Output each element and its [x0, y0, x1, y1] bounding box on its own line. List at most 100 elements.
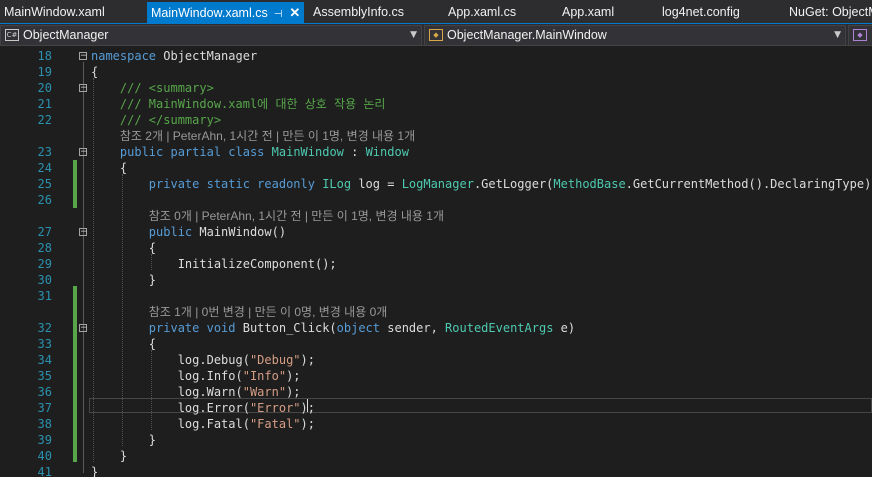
code-editor[interactable]: 18− namespace ObjectManager 19{20− /// <su…: [0, 46, 872, 477]
codelens-annotation[interactable]: 참조 1개 | 0번 변경 | 만든 이 0명, 변경 내용 0개: [0, 304, 872, 320]
codelens-text[interactable]: 참조 1개 | 0번 변경 | 만든 이 0명, 변경 내용 0개: [149, 304, 388, 320]
code-token: log.Fatal(: [91, 417, 250, 431]
code-line[interactable]: 34 log.Debug("Debug");: [0, 352, 872, 368]
code-token: }: [91, 465, 99, 477]
code-token: private static readonly: [148, 177, 315, 191]
code-text: /// <summary>: [91, 80, 214, 96]
codelens-text[interactable]: 참조 2개 | PeterAhn, 1시간 전 | 만든 이 1명, 변경 내용…: [120, 128, 415, 144]
code-line[interactable]: 31: [0, 288, 872, 304]
code-line[interactable]: 26: [0, 192, 872, 208]
code-token: object: [336, 321, 381, 335]
code-token: public partial class: [119, 145, 265, 159]
code-token: }: [91, 273, 157, 287]
tab-log4net-config[interactable]: log4net.config: [658, 2, 744, 23]
code-text: }: [91, 448, 127, 464]
tab-label: AssemblyInfo.cs: [313, 5, 405, 19]
code-token: RoutedEventArgs: [445, 321, 554, 335]
code-line[interactable]: 29 InitializeComponent();: [0, 256, 872, 272]
pin-icon[interactable]: ⊣: [274, 4, 283, 25]
code-text: public MainWindow(): [91, 224, 286, 240]
tab-assemblyinfo-cs[interactable]: AssemblyInfo.cs: [309, 2, 408, 23]
code-line[interactable]: 21 /// MainWindow.xaml에 대한 상호 작용 논리: [0, 96, 872, 112]
code-line[interactable]: 23 − public partial class MainWindow : Wi…: [0, 144, 872, 160]
code-text: }: [91, 464, 98, 477]
tab-label: App.xaml.cs: [448, 5, 517, 19]
code-token: );: [300, 353, 315, 367]
code-text: log.Debug("Debug");: [91, 352, 315, 368]
codelens-text[interactable]: 참조 0개 | PeterAhn, 1시간 전 | 만든 이 1명, 변경 내용…: [149, 208, 444, 224]
code-token: {: [91, 161, 128, 175]
code-token: }: [91, 433, 157, 447]
tab-mainwindow-xaml[interactable]: MainWindow.xaml: [0, 2, 109, 23]
code-token: /// </summary>: [119, 113, 222, 127]
code-line[interactable]: 25 private static readonly ILog log = Lo…: [0, 176, 872, 192]
line-number: 37: [37, 401, 52, 415]
tab-label: App.xaml: [562, 5, 615, 19]
collapse-icon[interactable]: −: [79, 148, 88, 157]
tab-nuget-objectmanager[interactable]: NuGet: ObjectM: [785, 2, 872, 23]
code-token: MainWindow(): [192, 225, 287, 239]
collapse-icon[interactable]: −: [79, 228, 88, 237]
code-token: log =: [351, 177, 402, 191]
code-line[interactable]: 35 log.Info("Info");: [0, 368, 872, 384]
code-line[interactable]: 41}: [0, 464, 872, 477]
code-line[interactable]: 18 − namespace ObjectManager: [0, 48, 872, 64]
codelens-annotation[interactable]: 참조 0개 | PeterAhn, 1시간 전 | 만든 이 1명, 변경 내용…: [0, 208, 872, 224]
code-line[interactable]: 33 {: [0, 336, 872, 352]
code-line[interactable]: 32 − private void Button_Click(object sen…: [0, 320, 872, 336]
code-line[interactable]: 24 {: [0, 160, 872, 176]
code-token: {: [91, 241, 157, 255]
line-number: 25: [37, 177, 52, 191]
code-line[interactable]: 19 {: [0, 64, 872, 80]
code-text: log.Warn("Warn");: [91, 384, 301, 400]
code-token: );: [286, 385, 301, 399]
line-number: 22: [37, 113, 52, 127]
type-dropdown-label: ObjectManager.MainWindow: [447, 28, 607, 42]
type-dropdown[interactable]: ◆ ObjectManager.MainWindow ▼: [424, 25, 846, 46]
code-line[interactable]: 20 − /// <summary>: [0, 80, 872, 96]
member-dropdown[interactable]: ◆: [848, 25, 872, 46]
chevron-down-icon: ▼: [834, 30, 841, 40]
code-token: "Error": [249, 401, 301, 415]
navigation-bar: C# ObjectManager ▼ ◆ ObjectManager.MainWin…: [0, 24, 872, 46]
collapse-icon[interactable]: −: [79, 52, 88, 61]
code-token: LogManager: [401, 177, 474, 191]
code-token: ILog: [322, 177, 352, 191]
code-token: Window: [365, 145, 409, 159]
codelens-annotation[interactable]: 참조 2개 | PeterAhn, 1시간 전 | 만든 이 1명, 변경 내용…: [0, 128, 872, 144]
code-line[interactable]: 36 log.Warn("Warn");: [0, 384, 872, 400]
method-icon: ◆: [853, 28, 867, 41]
code-line[interactable]: 22 /// </summary>: [0, 112, 872, 128]
collapse-icon[interactable]: −: [79, 324, 88, 333]
code-text: {: [91, 160, 127, 176]
code-token: log.Debug(: [91, 353, 250, 367]
project-dropdown[interactable]: C# ObjectManager ▼: [0, 25, 422, 46]
code-text: private void Button_Click(object sender,…: [91, 320, 575, 336]
code-line[interactable]: 37 log.Error("Error");: [0, 400, 872, 416]
code-line[interactable]: 28 {: [0, 240, 872, 256]
code-text: }: [91, 272, 156, 288]
line-number: 18: [37, 49, 52, 63]
code-line[interactable]: 39 }: [0, 432, 872, 448]
code-token: log.Warn(: [91, 385, 243, 399]
csharp-project-icon: C#: [5, 28, 19, 41]
line-number: 40: [37, 449, 52, 463]
code-token: "Warn": [242, 385, 287, 399]
tab-app-xaml-cs[interactable]: App.xaml.cs: [444, 2, 520, 23]
collapse-icon[interactable]: −: [79, 84, 88, 93]
code-line[interactable]: 27 − public MainWindow(): [0, 224, 872, 240]
code-line[interactable]: 40 }: [0, 448, 872, 464]
close-icon[interactable]: ✕: [289, 2, 300, 23]
tab-app-xaml[interactable]: App.xaml: [558, 2, 618, 23]
code-token: sender,: [380, 321, 446, 335]
line-number: 35: [37, 369, 52, 383]
chevron-down-icon: ▼: [410, 30, 417, 40]
code-line[interactable]: 30 }: [0, 272, 872, 288]
code-line[interactable]: 38 log.Fatal("Fatal");: [0, 416, 872, 432]
code-token: );: [286, 369, 301, 383]
tab-mainwindow-xaml-cs[interactable]: MainWindow.xaml.cs ⊣ ✕: [147, 2, 305, 25]
